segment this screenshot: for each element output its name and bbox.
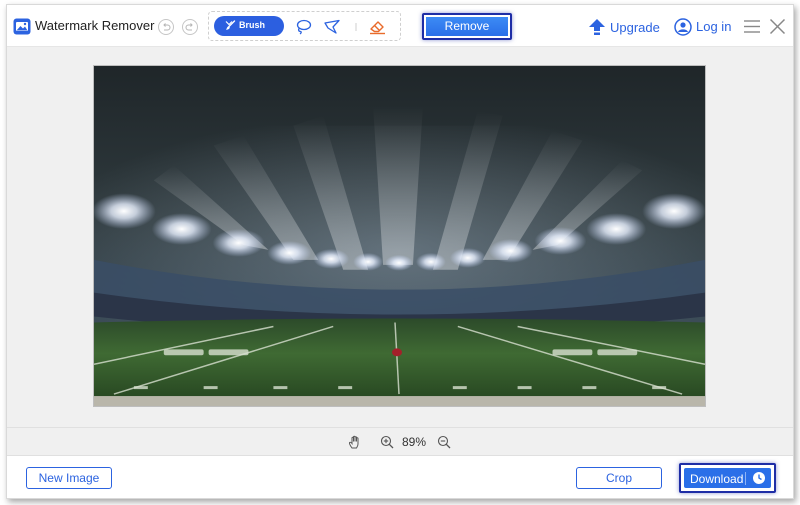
download-divider <box>745 472 746 485</box>
brush-label: Brush <box>239 20 266 30</box>
undo-icon <box>163 23 171 31</box>
upgrade-arrow-icon <box>589 19 605 35</box>
brush-tool-button[interactable]: Brush <box>214 16 284 36</box>
download-button-inner: Download <box>684 468 771 488</box>
bottom-bar: New Image Crop Download <box>7 455 793 498</box>
undo-button[interactable] <box>158 19 174 35</box>
app-title: Watermark Remover <box>35 18 155 33</box>
remove-label: Remove <box>426 17 508 36</box>
zoom-out-icon[interactable] <box>437 435 451 449</box>
divider-icon <box>355 23 357 31</box>
canvas-area[interactable] <box>7 47 793 425</box>
clock-icon[interactable] <box>752 471 766 485</box>
polygon-lasso-icon[interactable] <box>323 19 341 35</box>
zoom-level: 89% <box>402 435 427 449</box>
download-label: Download <box>690 472 744 486</box>
chevron-down-icon[interactable] <box>225 20 233 26</box>
remove-button[interactable]: Remove <box>422 13 512 40</box>
selection-toolbox: Brush <box>208 11 401 41</box>
lasso-icon[interactable] <box>295 19 312 35</box>
redo-button[interactable] <box>182 19 198 35</box>
eraser-icon[interactable] <box>369 19 386 35</box>
app-window: Watermark Remover Brush Remove Upgrade L… <box>6 4 794 499</box>
zoom-in-icon[interactable] <box>380 435 394 449</box>
crop-button[interactable]: Crop <box>576 467 662 489</box>
user-icon <box>674 18 692 36</box>
download-button[interactable]: Download <box>679 463 776 493</box>
title-bar: Watermark Remover Brush Remove Upgrade L… <box>7 5 793 47</box>
zoom-bar: 89% <box>7 427 793 455</box>
hand-icon[interactable] <box>348 435 362 449</box>
upgrade-label: Upgrade <box>610 20 660 35</box>
login-label: Log in <box>696 19 732 34</box>
menu-icon[interactable] <box>743 19 761 34</box>
redo-icon <box>185 23 193 31</box>
new-image-button[interactable]: New Image <box>26 467 112 489</box>
app-logo-icon <box>13 18 31 35</box>
close-icon[interactable] <box>769 18 786 35</box>
stadium-image[interactable] <box>93 65 706 407</box>
